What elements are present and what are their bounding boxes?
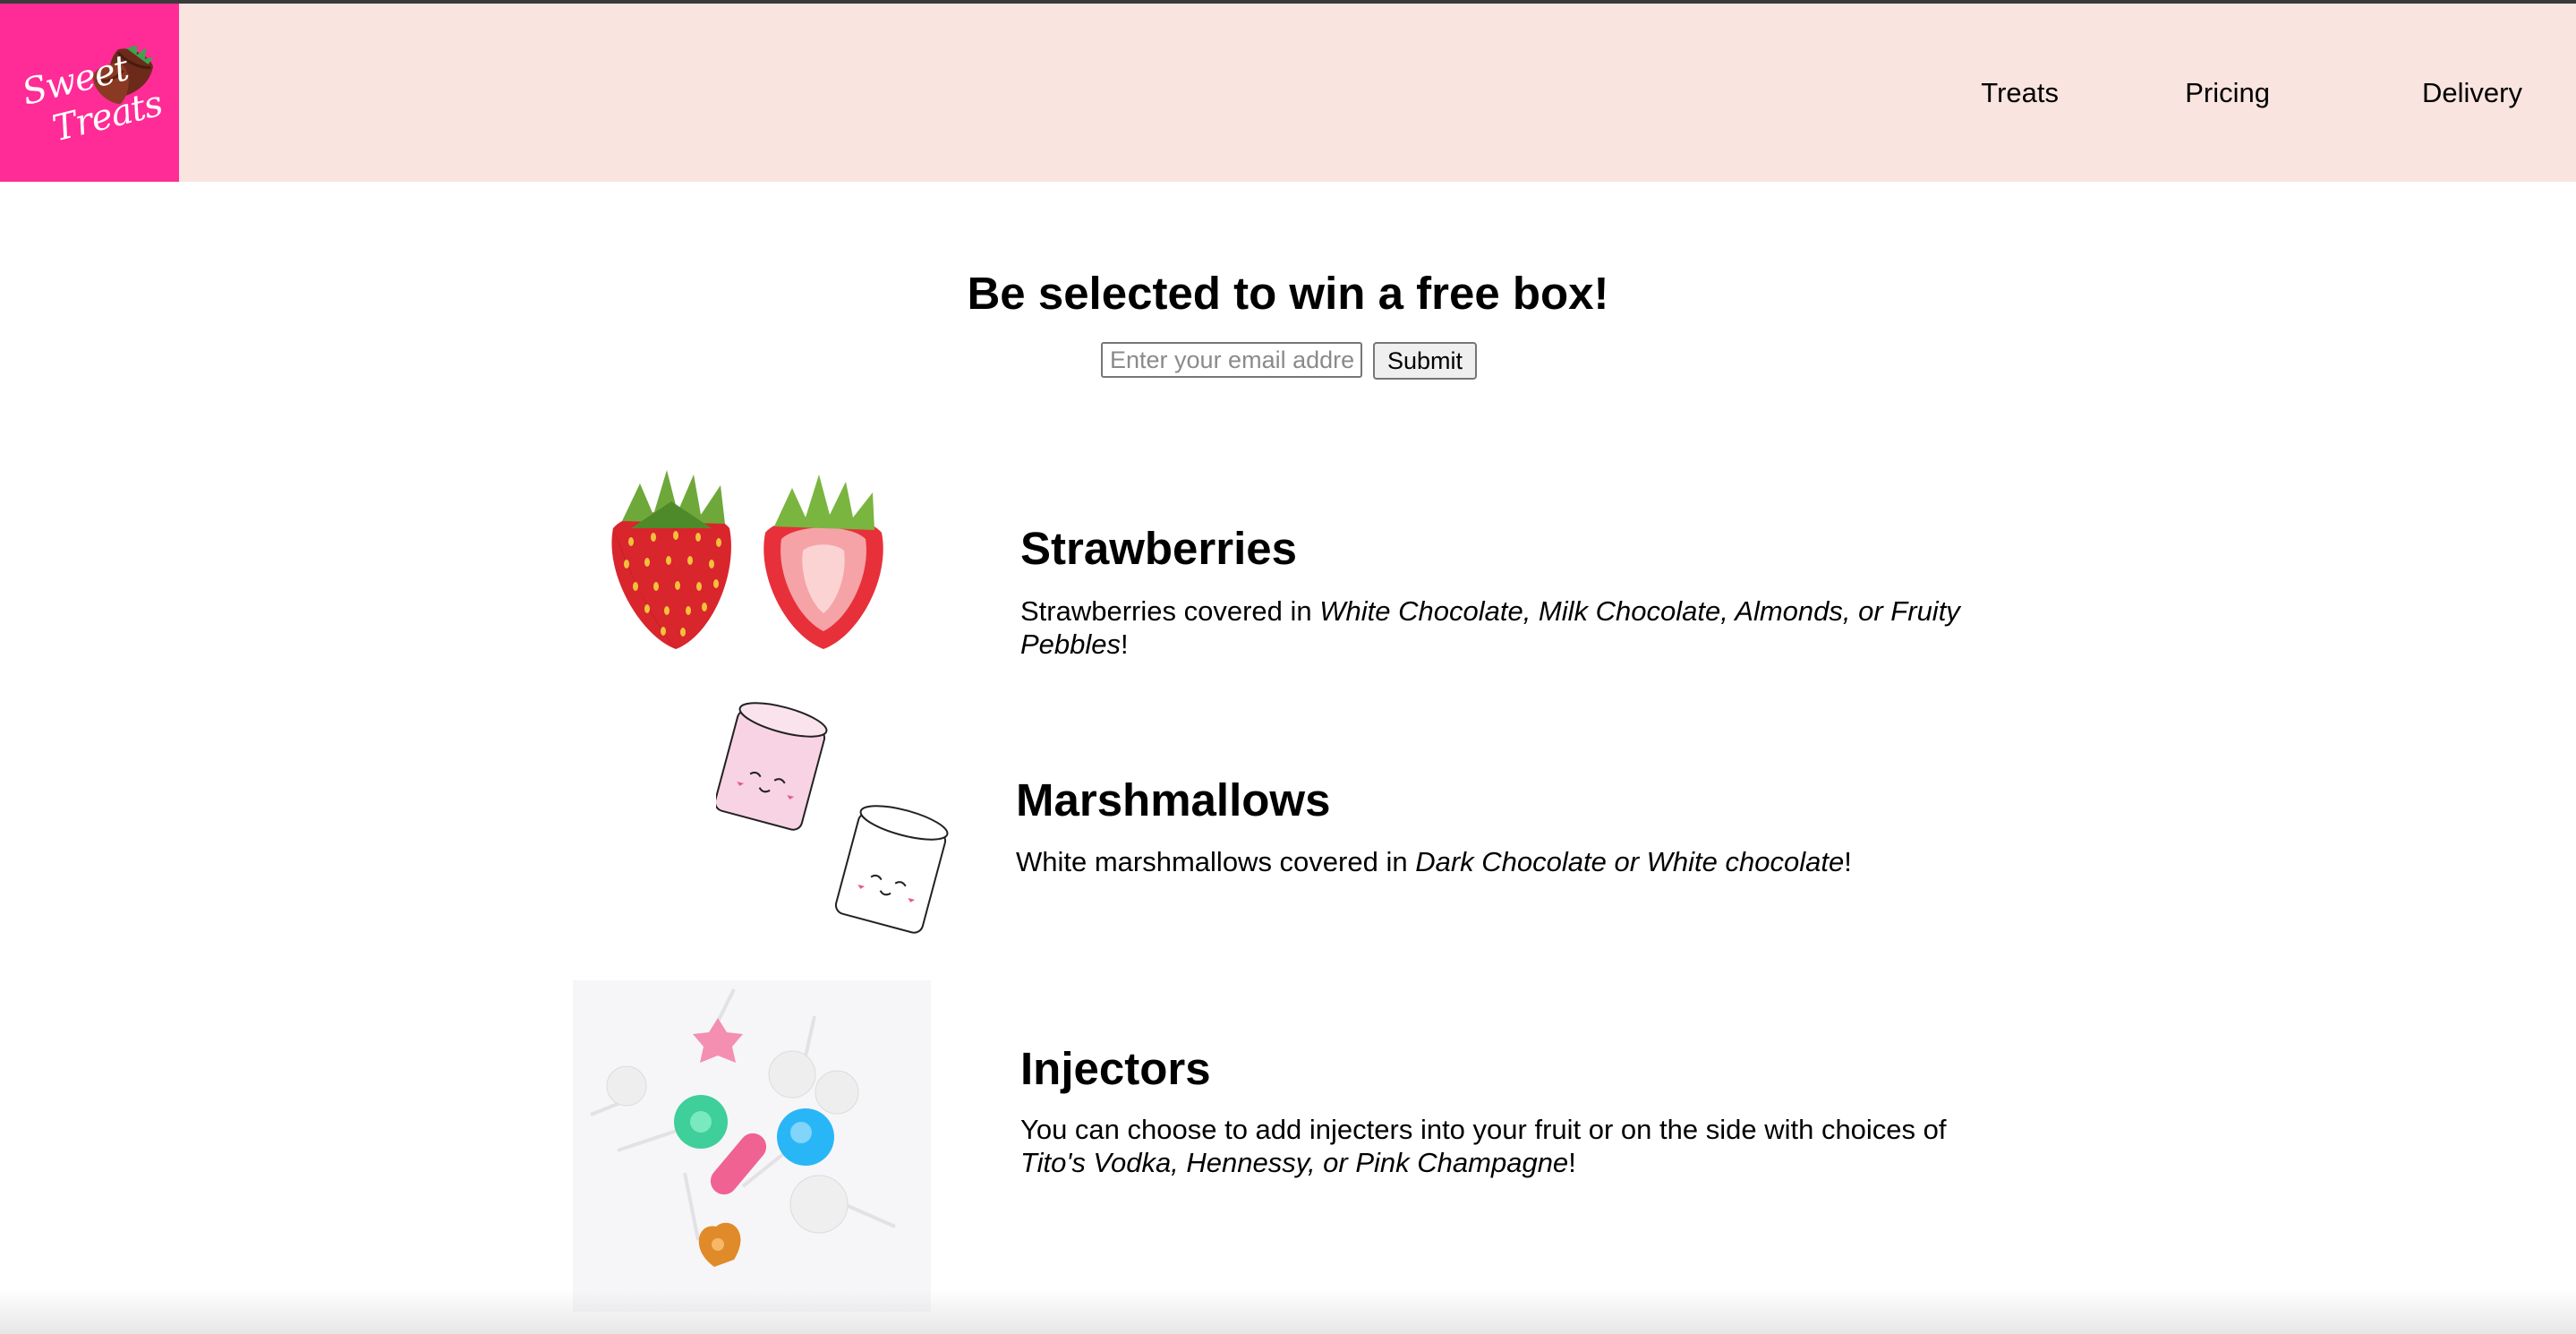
treat-title-injectors: Injectors <box>1020 1043 1211 1094</box>
treat-text: Strawberries covered in <box>1020 595 1320 627</box>
treat-title-marshmallows: Marshmallows <box>1016 774 1331 825</box>
nav-link-delivery[interactable]: Delivery <box>2422 77 2522 109</box>
promo-title: Be selected to win a free box! <box>967 268 1609 319</box>
treat-description-strawberries: Strawberries covered in White Chocolate,… <box>1020 594 2014 661</box>
logo[interactable]: Sweet Treats <box>0 4 179 182</box>
site-header: Sweet Treats Treats Pricing Delivery <box>0 4 2576 182</box>
treat-title-strawberries: Strawberries <box>1020 523 1297 574</box>
marshmallows-image <box>716 702 949 934</box>
treat-text-end: ! <box>1844 846 1852 877</box>
injectors-image <box>573 980 931 1312</box>
treat-text-end: ! <box>1568 1147 1576 1178</box>
treat-text: White marshmallows covered in <box>1016 846 1416 877</box>
treat-text: You can choose to add injecters into you… <box>1020 1114 1947 1145</box>
treat-options: Dark Chocolate or White chocolate <box>1415 846 1845 877</box>
email-input[interactable] <box>1101 342 1362 378</box>
treat-description-marshmallows: White marshmallows covered in Dark Choco… <box>1016 845 2009 878</box>
nav-link-treats[interactable]: Treats <box>1981 77 2059 109</box>
treat-text-end: ! <box>1121 629 1129 660</box>
nav-link-pricing[interactable]: Pricing <box>2185 77 2270 109</box>
treat-description-injectors: You can choose to add injecters into you… <box>1020 1113 2014 1179</box>
window-bottom-shadow <box>0 1289 2576 1334</box>
strawberries-image <box>611 470 883 649</box>
submit-button[interactable]: Submit <box>1373 342 1477 380</box>
treat-options: Tito's Vodka, Hennessy, or Pink Champagn… <box>1020 1147 1569 1178</box>
